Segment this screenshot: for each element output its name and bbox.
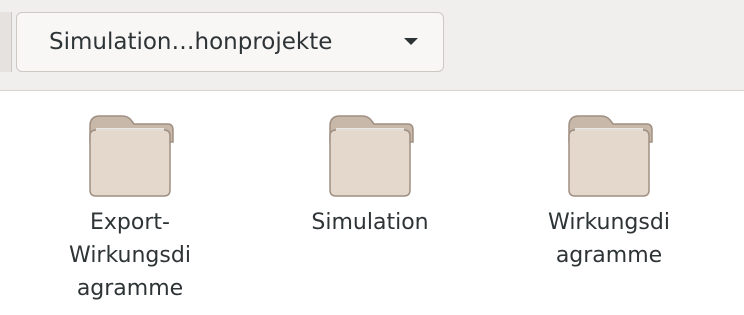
folder-name-line: Wirkungsdi [548,210,670,235]
current-location-label: Simulation…honprojekte [49,29,333,55]
folder-name-line: Simulation [311,210,429,235]
folder-name-line: Export- [90,210,170,235]
path-toolbar: Simulation…honprojekte [0,0,744,91]
folder-name: Wirkungsdi agramme [514,206,704,272]
folder-icon [89,115,174,197]
folder-name-line: agramme [555,243,663,268]
chevron-down-icon[interactable] [404,38,418,45]
folder-item-wirkungsdiagramme[interactable]: Wirkungsdi agramme [514,108,704,272]
path-left-edge[interactable] [0,12,12,72]
folder-name: Simulation [275,206,465,239]
folder-icon [329,115,414,197]
folder-name-line: agramme [76,276,184,301]
folder-name-line: Wirkungsdi [69,243,191,268]
folder-item-export-wirkungsdiagramme[interactable]: Export- Wirkungsdi agramme [35,108,225,305]
folder-item-simulation[interactable]: Simulation [275,108,465,239]
folder-name: Export- Wirkungsdi agramme [35,206,225,305]
current-location-button[interactable]: Simulation…honprojekte [16,12,444,72]
folder-icon [568,115,653,197]
